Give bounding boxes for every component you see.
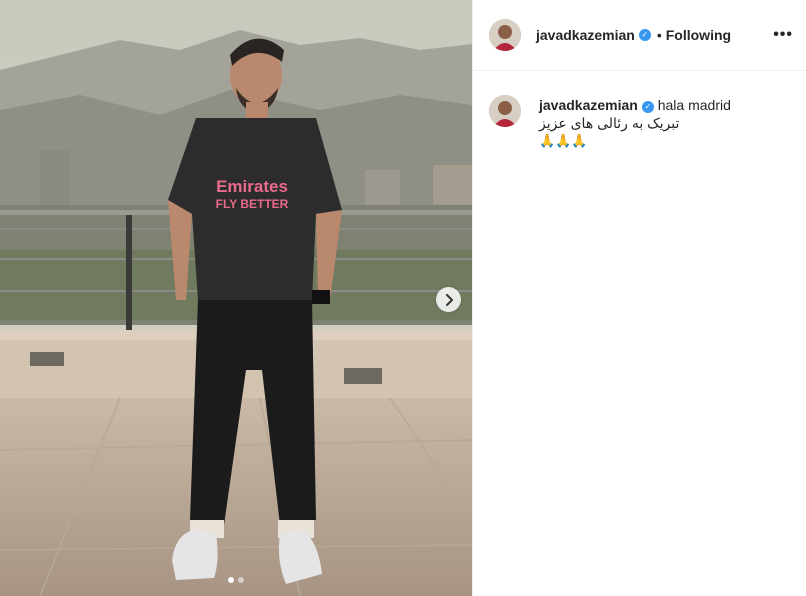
- post-photo[interactable]: Emirates FLY BETTER: [0, 0, 472, 596]
- separator: •: [656, 27, 662, 43]
- caption-line-3: 🙏🙏🙏: [539, 133, 588, 148]
- carousel-dot-active: [228, 577, 234, 583]
- post-header: javadkazemian ✓ • Following •••: [473, 0, 806, 71]
- following-button[interactable]: Following: [666, 27, 731, 43]
- svg-text:FLY BETTER: FLY BETTER: [216, 197, 289, 211]
- post-image: Emirates FLY BETTER: [0, 0, 472, 596]
- carousel-indicator: [0, 577, 472, 583]
- caption-line-1: hala madrid: [657, 97, 731, 113]
- svg-text:Emirates: Emirates: [216, 177, 288, 196]
- carousel-dot: [238, 577, 244, 583]
- avatar[interactable]: [489, 19, 521, 51]
- comment-body: javadkazemian ✓ hala madrid تبریک به رئال…: [539, 96, 731, 150]
- post-side-panel: javadkazemian ✓ • Following ••• javadkaz…: [472, 0, 806, 596]
- comment-username[interactable]: javadkazemian: [539, 97, 638, 113]
- caption-line-2: تبریک به رئالی های عزیز: [539, 115, 680, 131]
- chevron-right-icon: [445, 293, 453, 306]
- more-options-icon[interactable]: •••: [773, 26, 793, 44]
- verified-badge-icon: ✓: [638, 29, 651, 41]
- verified-badge-icon: ✓: [641, 101, 654, 113]
- header-username[interactable]: javadkazemian: [536, 27, 635, 43]
- avatar[interactable]: [489, 95, 521, 127]
- next-slide-button[interactable]: [436, 287, 461, 312]
- caption-comment: javadkazemian ✓ hala madrid تبریک به رئال…: [473, 71, 806, 150]
